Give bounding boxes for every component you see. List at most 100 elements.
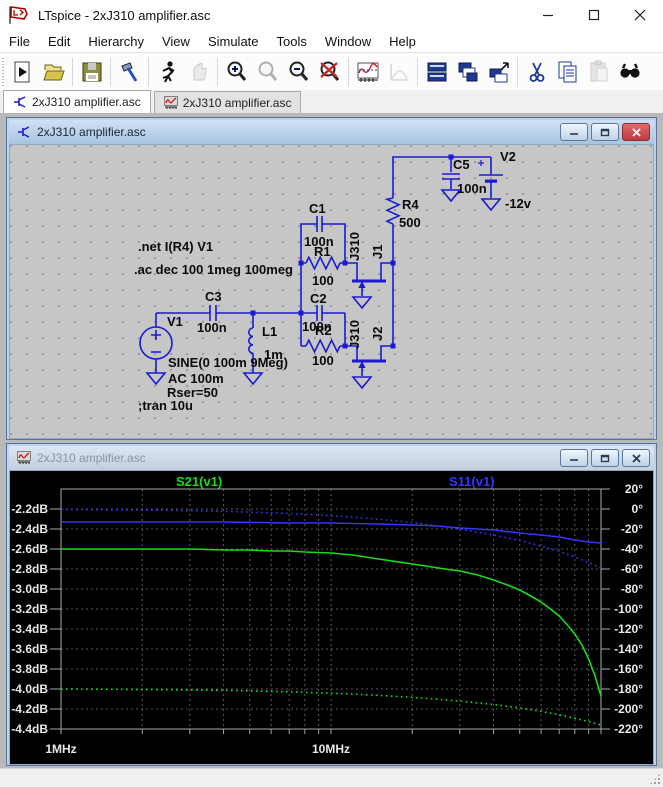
cascade-button[interactable] [483, 56, 514, 88]
new-schematic-icon [10, 59, 36, 85]
schematic-drawing: .net I(R4) V1.ac dec 100 1meg 100megV1C3… [10, 145, 655, 438]
schematic-label: SINE(0 100m 9Meg) [168, 355, 288, 370]
mdi-area: 2xJ310 amplifier.asc [0, 113, 663, 768]
zoom-fit-button[interactable] [314, 56, 345, 88]
resize-grip-icon[interactable] [649, 773, 661, 785]
zoom-fit-icon [317, 59, 343, 85]
schematic-label: AC 100m [168, 371, 224, 386]
tab-schematic[interactable]: 2xJ310 amplifier.asc [3, 90, 151, 113]
schematic-tab-icon [13, 95, 27, 109]
schematic-window-titlebar[interactable]: 2xJ310 amplifier.asc [9, 120, 654, 144]
find-button[interactable] [614, 56, 645, 88]
schematic-label: R1 [314, 244, 331, 259]
new-schematic-button[interactable] [7, 56, 38, 88]
y-left-tick-label: -4.0dB [11, 682, 48, 696]
waveform-restore-button[interactable] [591, 449, 619, 467]
waveform-plot: -2.2dB-2.4dB-2.6dB-2.8dB-3.0dB-3.2dB-3.4… [10, 471, 655, 764]
minimize-button[interactable] [525, 0, 571, 30]
zoom-out-button[interactable] [283, 56, 314, 88]
control-panel-button[interactable] [114, 56, 145, 88]
save-button[interactable] [76, 56, 107, 88]
paste-button [583, 56, 614, 88]
schematic-labels: .net I(R4) V1.ac dec 100 1meg 100megV1C3… [134, 149, 532, 413]
tile-vertical-button[interactable] [452, 56, 483, 88]
y-left-tick-label: -3.2dB [11, 602, 48, 616]
waveform-pane-button[interactable] [352, 56, 383, 88]
tile-horizontal-button[interactable] [421, 56, 452, 88]
halt-button [183, 56, 214, 88]
schematic-window-icon [17, 125, 31, 139]
toolbar-grip[interactable] [2, 58, 4, 86]
y-right-tick-label: -180° [614, 682, 643, 696]
close-button[interactable] [617, 0, 663, 30]
waveform-minimize-button[interactable] [560, 449, 588, 467]
y-right-tick-label: -200° [614, 702, 643, 716]
schematic-label: R2 [315, 323, 332, 338]
minimize-icon [569, 454, 579, 462]
schematic-label: .ac dec 100 1meg 100meg [134, 262, 293, 277]
toolbar-separator [110, 58, 111, 86]
schematic-window: 2xJ310 amplifier.asc [6, 117, 657, 440]
schematic-restore-button[interactable] [591, 123, 619, 141]
ltspice-logo-icon [8, 5, 30, 25]
schematic-label: L1 [262, 324, 277, 339]
zoom-in-icon [224, 59, 250, 85]
window-title: LTspice - 2xJ310 amplifier.asc [38, 8, 210, 23]
schematic-canvas[interactable]: .net I(R4) V1.ac dec 100 1meg 100megV1C3… [9, 144, 654, 439]
y-right-tick-label: -160° [614, 662, 643, 676]
open-icon [41, 59, 67, 85]
y-left-tick-label: -3.4dB [11, 622, 48, 636]
menu-view[interactable]: View [153, 31, 199, 52]
cut-icon [524, 59, 550, 85]
y-left-tick-label: -3.6dB [11, 642, 48, 656]
schematic-label: V2 [500, 149, 516, 164]
menu-tools[interactable]: Tools [268, 31, 316, 52]
menu-window[interactable]: Window [316, 31, 380, 52]
minimize-icon [569, 128, 579, 136]
schematic-label: .net I(R4) V1 [138, 239, 213, 254]
schematic-label: ;tran 10u [138, 398, 193, 413]
y-left-tick-label: -2.4dB [11, 522, 48, 536]
menu-help[interactable]: Help [380, 31, 425, 52]
halt-icon [186, 59, 212, 85]
y-right-tick-label: -100° [614, 602, 643, 616]
schematic-minimize-button[interactable] [560, 123, 588, 141]
run-icon [155, 59, 181, 85]
menu-simulate[interactable]: Simulate [199, 31, 268, 52]
menu-edit[interactable]: Edit [39, 31, 79, 52]
toolbar-separator [348, 58, 349, 86]
maximize-button[interactable] [571, 0, 617, 30]
copy-button[interactable] [552, 56, 583, 88]
schematic-label: C5 [453, 157, 470, 172]
tabbar: 2xJ310 amplifier.asc 2xJ310 amplifier.as… [0, 90, 663, 114]
waveform-plot-canvas[interactable]: -2.2dB-2.4dB-2.6dB-2.8dB-3.0dB-3.2dB-3.4… [9, 470, 654, 765]
control-panel-icon [117, 59, 143, 85]
y-right-tick-label: -20° [621, 522, 643, 536]
menu-hierarchy[interactable]: Hierarchy [79, 31, 153, 52]
trace-s21v1-magnitude [61, 549, 601, 696]
menu-file[interactable]: File [0, 31, 39, 52]
x-tick-label: 1MHz [45, 742, 76, 756]
titlebar[interactable]: LTspice - 2xJ310 amplifier.asc [0, 0, 663, 30]
save-icon [79, 59, 105, 85]
y-right-tick-label: 0° [632, 502, 644, 516]
schematic-label: V1 [167, 314, 183, 329]
waveform-window-titlebar[interactable]: 2xJ310 amplifier.asc [9, 446, 654, 470]
open-button[interactable] [38, 56, 69, 88]
run-button[interactable] [152, 56, 183, 88]
x-tick-label: 10MHz [312, 742, 350, 756]
schematic-label: 100 [312, 353, 334, 368]
y-right-tick-label: -80° [621, 582, 643, 596]
schematic-label: C1 [309, 201, 326, 216]
schematic-close-button[interactable] [622, 123, 650, 141]
schematic-label: 100n [457, 181, 487, 196]
zoom-in-button[interactable] [221, 56, 252, 88]
cascade-icon [486, 59, 512, 85]
tab-label: 2xJ310 amplifier.asc [183, 96, 292, 110]
waveform-close-button[interactable] [622, 449, 650, 467]
cut-button[interactable] [521, 56, 552, 88]
y-left-tick-label: -2.2dB [11, 502, 48, 516]
schematic-label: J310 [347, 232, 362, 261]
tab-waveform[interactable]: 2xJ310 amplifier.asc [154, 91, 302, 113]
menubar: FileEditHierarchyViewSimulateToolsWindow… [0, 30, 663, 52]
